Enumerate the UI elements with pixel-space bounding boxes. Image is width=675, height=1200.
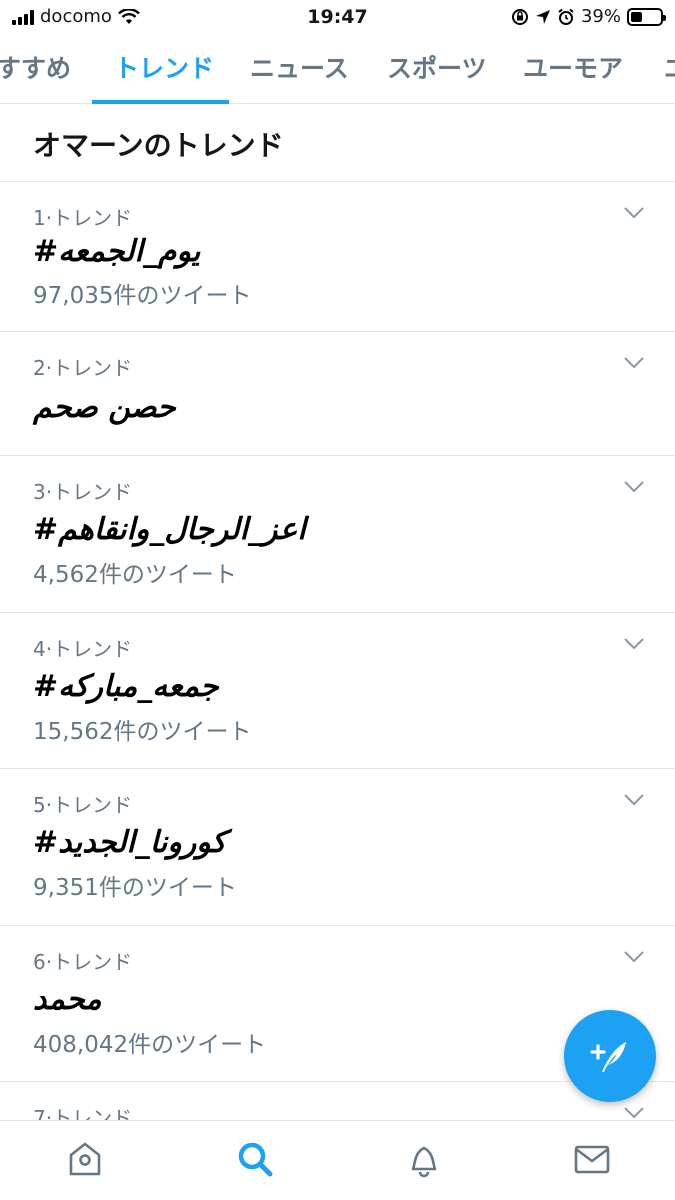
status-bar: docomo 19:47 39%	[0, 0, 675, 36]
trend-name: #جمعه_مباركه	[33, 669, 219, 704]
chevron-down-icon[interactable]	[623, 356, 645, 370]
alarm-clock-icon	[558, 8, 574, 25]
location-arrow-icon	[535, 9, 550, 24]
trend-rank-label: 4·トレンド	[33, 637, 133, 661]
tab-news[interactable]: ニュース	[250, 36, 349, 103]
compose-tweet-button[interactable]	[564, 1010, 656, 1102]
section-header: オマーンのトレンド	[0, 104, 675, 182]
chevron-down-icon[interactable]	[623, 1106, 645, 1120]
compose-tweet-icon	[590, 1042, 626, 1072]
trend-rank-label: 1·トレンド	[33, 206, 133, 230]
trend-tweet-count: 9,351件のツイート	[33, 875, 237, 901]
battery-icon	[627, 7, 666, 26]
trend-list: 1·トレンド #يوم_الجمعه 97,035件のツイート 2·トレンド ح…	[0, 182, 675, 1142]
section-title: オマーンのトレンド	[33, 129, 284, 162]
trend-name: #اعز_الرجال_وانقاهم	[33, 512, 306, 547]
trend-item[interactable]: 3·トレンド #اعز_الرجال_وانقاهم 4,562件のツイート	[0, 456, 675, 613]
explore-tabs: すすめ トレンド ニュース スポーツ ユーモア エ	[0, 36, 675, 104]
trend-tweet-count: 408,042件のツイート	[33, 1032, 267, 1058]
tab-entertainment[interactable]: エ	[664, 36, 675, 103]
messages-envelope-icon[interactable]	[572, 1139, 612, 1179]
bottom-nav	[0, 1120, 675, 1200]
trend-item[interactable]: 2·トレンド حصن صحم	[0, 332, 675, 456]
trend-tweet-count: 97,035件のツイート	[33, 283, 252, 309]
trend-rank-label: 3·トレンド	[33, 480, 133, 504]
trend-tweet-count: 15,562件のツイート	[33, 719, 252, 745]
tab-sports[interactable]: スポーツ	[387, 36, 487, 103]
chevron-down-icon[interactable]	[623, 480, 645, 494]
status-right: 39%	[511, 6, 666, 27]
trend-name: #كورونا_الجديد	[33, 825, 227, 860]
trend-item[interactable]: 4·トレンド #جمعه_مباركه 15,562件のツイート	[0, 613, 675, 769]
trend-item[interactable]: 5·トレンド #كورونا_الجديد 9,351件のツイート	[0, 769, 675, 926]
chevron-down-icon[interactable]	[623, 206, 645, 220]
trend-name: حصن صحم	[33, 390, 176, 425]
chevron-down-icon[interactable]	[623, 637, 645, 651]
rotation-lock-icon	[511, 8, 528, 25]
trend-name: #يوم_الجمعه	[33, 234, 201, 269]
trend-tweet-count: 4,562件のツイート	[33, 562, 237, 588]
trend-name: محمد	[33, 982, 102, 1017]
chevron-down-icon[interactable]	[623, 950, 645, 964]
tab-humor[interactable]: ユーモア	[523, 36, 623, 103]
battery-percent: 39%	[580, 6, 621, 27]
search-icon[interactable]	[235, 1139, 275, 1179]
tab-recommended[interactable]: すすめ	[0, 36, 71, 103]
trend-rank-label: 2·トレンド	[33, 356, 133, 380]
tab-trends[interactable]: トレンド	[114, 36, 214, 103]
home-icon[interactable]	[65, 1139, 105, 1179]
chevron-down-icon[interactable]	[623, 793, 645, 807]
trend-rank-label: 6·トレンド	[33, 950, 133, 974]
battery-level-fill	[631, 11, 642, 22]
trend-item[interactable]: 1·トレンド #يوم_الجمعه 97,035件のツイート	[0, 182, 675, 332]
trend-rank-label: 5·トレンド	[33, 793, 133, 817]
notifications-bell-icon[interactable]	[404, 1139, 444, 1179]
